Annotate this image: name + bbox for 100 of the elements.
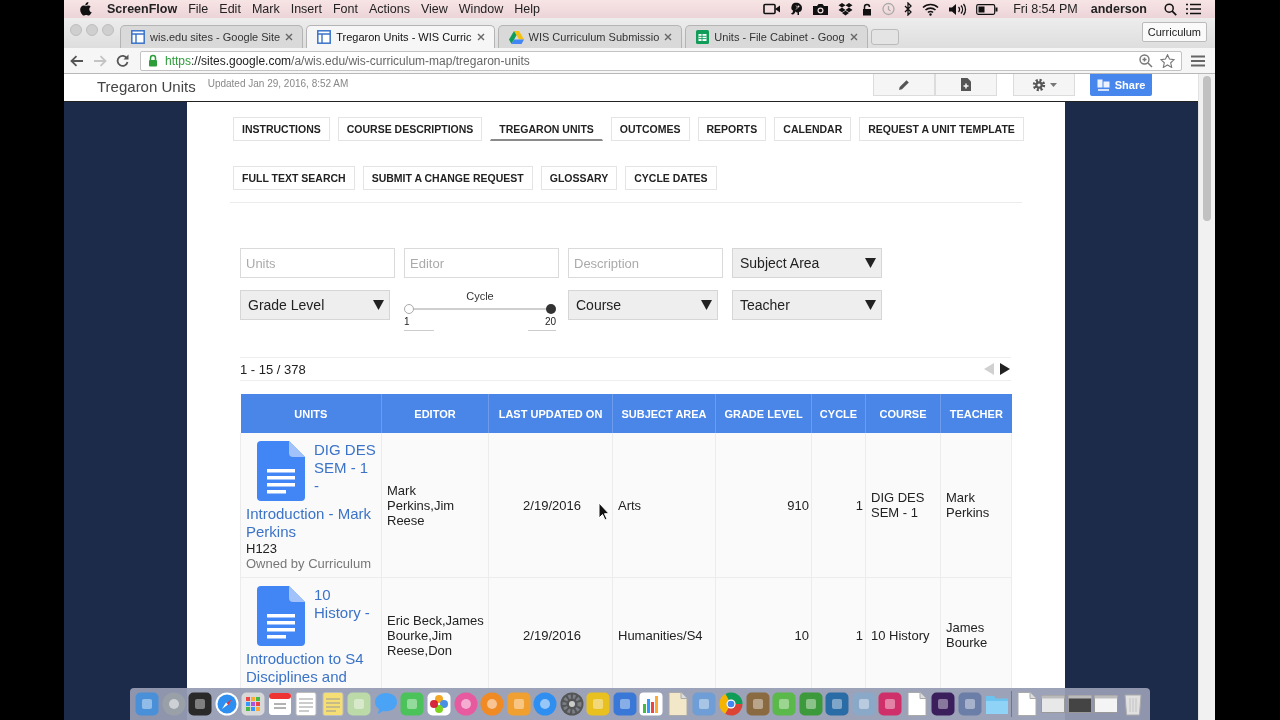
profile-button[interactable]: Curriculum (1141, 22, 1207, 42)
edit-button[interactable] (873, 74, 935, 96)
star-icon[interactable] (1160, 53, 1175, 68)
slider-thumb[interactable] (546, 304, 556, 314)
menu-item[interactable]: Mark (251, 2, 280, 16)
app-tile-icon[interactable] (745, 692, 770, 716)
minimize-window-icon[interactable] (86, 24, 98, 36)
filter-field[interactable]: Description (568, 248, 723, 278)
address-field[interactable]: https://sites.google.com/a/wis.edu/wis-curriculum-map/tregaron-units (140, 50, 1182, 71)
back-icon[interactable] (70, 54, 84, 67)
browser-tab[interactable]: Units - File Cabinet - Goog (685, 25, 868, 48)
menu-item[interactable]: Insert (290, 2, 322, 16)
menu-item[interactable]: View (420, 2, 448, 16)
zoom-window-icon[interactable] (102, 24, 114, 36)
column-header[interactable]: TEACHER (940, 394, 1012, 433)
menu-item[interactable]: Edit (219, 2, 241, 16)
document-icon[interactable] (665, 692, 690, 716)
window-thumbnail-icon[interactable] (1094, 692, 1119, 716)
close-icon[interactable] (285, 33, 294, 41)
browser-tab[interactable]: Tregaron Units - WIS Curric (306, 25, 495, 48)
app-tile-icon[interactable] (692, 692, 717, 716)
nav-tab[interactable]: GLOSSARY (540, 166, 618, 190)
nav-tab[interactable]: FULL TEXT SEARCH (233, 166, 355, 190)
lock-icon[interactable] (862, 2, 873, 16)
elephant-icon[interactable] (790, 2, 804, 16)
app-tile-icon[interactable] (586, 692, 611, 716)
range-min-field[interactable]: 1 (404, 316, 434, 331)
app-tile-icon[interactable] (931, 692, 956, 716)
dropdown[interactable]: Grade Level (240, 290, 390, 320)
wifi-icon[interactable] (922, 2, 940, 16)
app-tile-icon[interactable] (798, 692, 823, 716)
column-header[interactable]: GRADE LEVEL (715, 394, 812, 433)
forward-icon[interactable] (93, 54, 107, 67)
reload-icon[interactable] (116, 54, 129, 67)
user-name[interactable]: anderson (1090, 2, 1147, 16)
column-header[interactable]: LAST UPDATED ON (488, 394, 613, 433)
dropdown[interactable]: Subject Area (732, 248, 882, 278)
zoom-in-icon[interactable] (1139, 53, 1153, 68)
unit-link[interactable]: DIG DES SEM - 1 - Introduction - Mark Perkins (246, 441, 377, 541)
apple-icon[interactable] (80, 2, 92, 16)
round-app-icon[interactable] (480, 692, 505, 716)
nav-tab[interactable]: COURSE DESCRIPTIONS (337, 117, 483, 141)
grid-icon[interactable] (241, 692, 266, 716)
battery-icon[interactable] (976, 3, 999, 15)
notepad-icon[interactable] (320, 692, 345, 716)
close-icon[interactable] (849, 33, 858, 41)
scrollbar-thumb[interactable] (1203, 76, 1211, 221)
browser-tab[interactable]: WIS Curriculum Submissio (497, 25, 683, 48)
app-tile-icon[interactable] (135, 692, 159, 716)
close-window-icon[interactable] (70, 24, 82, 36)
app-tile-icon[interactable] (612, 692, 637, 716)
column-header[interactable]: COURSE (865, 394, 941, 433)
app-tile-icon[interactable] (878, 692, 903, 716)
notepad-icon[interactable] (294, 692, 319, 716)
slider-track[interactable] (404, 304, 556, 314)
column-header[interactable]: SUBJECT AREA (612, 394, 716, 433)
filter-field[interactable]: Editor (404, 248, 559, 278)
document-icon[interactable] (1014, 692, 1039, 716)
dropdown[interactable]: Course (568, 290, 718, 320)
list-icon[interactable] (1186, 3, 1201, 15)
nav-tab[interactable]: CYCLE DATES (625, 166, 717, 190)
scrollbar[interactable] (1198, 74, 1215, 720)
document-icon[interactable] (904, 692, 929, 716)
nav-tab[interactable]: SUBMIT A CHANGE REQUEST (362, 166, 533, 190)
video-camera-icon[interactable] (763, 3, 782, 15)
app-menu[interactable]: ScreenFlow (107, 2, 178, 16)
nav-tab[interactable]: REPORTS (697, 117, 767, 141)
window-thumbnail-icon[interactable] (1041, 692, 1066, 716)
next-page-button[interactable] (999, 363, 1011, 375)
settings-button[interactable] (1013, 74, 1075, 96)
compass-icon[interactable] (214, 692, 239, 716)
nav-tab[interactable]: INSTRUCTIONS (233, 117, 330, 141)
unit-link[interactable]: 10 History - Introduction to S4 Disciplines and (246, 586, 377, 686)
nav-tab[interactable]: REQUEST A UNIT TEMPLATE (859, 117, 1024, 141)
menu-item[interactable]: Help (514, 2, 540, 16)
slider-thumb[interactable] (404, 304, 414, 314)
nav-tab[interactable]: OUTCOMES (610, 117, 690, 141)
menu-item[interactable]: File (188, 2, 209, 16)
window-thumbnail-icon[interactable] (1067, 692, 1092, 716)
new-tab-button[interactable] (870, 29, 899, 45)
camera-icon[interactable] (812, 2, 830, 16)
menu-item[interactable]: Actions (368, 2, 410, 16)
share-button[interactable]: Share (1090, 74, 1152, 96)
nav-tab[interactable]: CALENDAR (774, 117, 852, 141)
close-icon[interactable] (476, 33, 485, 41)
gear-icon[interactable] (559, 692, 584, 716)
bluetooth-icon[interactable] (904, 2, 914, 16)
app-tile-icon[interactable] (400, 692, 425, 716)
box-icon[interactable] (838, 2, 854, 16)
app-tile-icon[interactable] (188, 692, 213, 716)
app-tile-icon[interactable] (851, 692, 876, 716)
range-max-field[interactable]: 20 (528, 316, 556, 331)
search-icon[interactable] (1164, 2, 1177, 16)
app-tile-icon[interactable] (825, 692, 850, 716)
clock-text[interactable]: Fri 8:54 PM (1013, 2, 1078, 16)
menu-item[interactable]: Font (332, 2, 358, 16)
app-tile-icon[interactable] (957, 692, 982, 716)
browser-tab[interactable]: wis.edu sites - Google Site (120, 25, 304, 48)
ring-icon[interactable] (719, 692, 744, 716)
new-page-button[interactable] (935, 74, 997, 96)
